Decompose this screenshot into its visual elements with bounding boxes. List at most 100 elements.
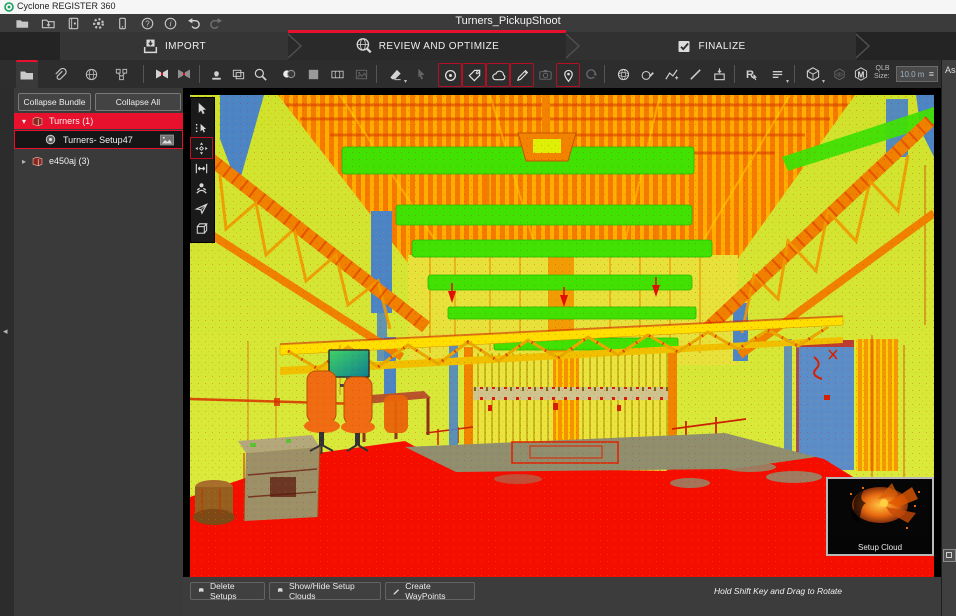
cloud-annotation-button[interactable]	[486, 63, 510, 87]
cube-modelspace-button[interactable]: M	[850, 63, 872, 85]
zoom-tool-button[interactable]	[249, 63, 271, 85]
orbit-pan-tool[interactable]	[190, 137, 213, 159]
paper-plane-icon	[194, 202, 208, 215]
viewport-tool-palette	[190, 97, 215, 243]
viewer-person-tool[interactable]	[191, 178, 212, 198]
tree-row-bundle-turners[interactable]: ▾ Turners (1)	[14, 113, 183, 129]
flag-icon	[198, 587, 204, 595]
colorize-button[interactable]	[278, 63, 300, 85]
tree-row-setup47[interactable]: Turners- Setup47	[14, 130, 183, 149]
setup-cloud-label: Setup Cloud	[857, 543, 903, 552]
camera-icon	[538, 69, 552, 80]
magnifier-icon	[254, 68, 267, 81]
bottom-action-bar: Delete Setups Show/Hide Setup Clouds Cre…	[183, 577, 941, 616]
grayscale-button[interactable]	[302, 63, 324, 85]
create-waypoints-button[interactable]: Create WayPoints	[385, 581, 475, 601]
project-folder-icon	[20, 71, 33, 80]
drop-box-button[interactable]	[708, 63, 730, 85]
cube-m-icon: M	[854, 67, 868, 81]
tab-project-explorer[interactable]	[16, 60, 38, 88]
location-pin-button[interactable]	[556, 63, 580, 87]
panorama-icon	[330, 70, 344, 78]
fence-select-tool[interactable]	[191, 118, 212, 138]
delete-setups-button[interactable]: Delete Setups	[190, 581, 265, 601]
eraser-icon	[389, 69, 401, 80]
collapse-panel-arrow[interactable]: ◂	[3, 326, 8, 337]
setup-cloud-thumbnail[interactable]: Setup Cloud	[826, 477, 934, 556]
open-folder-icon	[15, 19, 28, 28]
sphere-tool-button[interactable]	[612, 63, 634, 85]
tag-annotation-button[interactable]	[462, 63, 486, 87]
frames-icon	[232, 69, 244, 79]
collapse-bundle-button[interactable]: Collapse Bundle	[18, 93, 91, 111]
dropdown-caret-icon[interactable]: ▾	[404, 78, 407, 85]
stamp-tool-button[interactable]	[205, 63, 227, 85]
box-mode-tool[interactable]	[191, 218, 212, 238]
pick-cursor-button[interactable]	[410, 63, 432, 85]
slider-icon[interactable]: ≡	[929, 69, 934, 79]
app-window: Cyclone REGISTER 360 ? i Turners_PickupS…	[0, 0, 956, 616]
caret-right-icon[interactable]: ▸	[22, 157, 26, 166]
camera-annotation-button[interactable]	[534, 63, 556, 85]
caret-down-icon[interactable]: ▾	[22, 117, 26, 126]
dropdown-caret-icon[interactable]: ▾	[786, 78, 789, 85]
r-tool-button[interactable]: R	[740, 63, 762, 85]
split-view-a-button[interactable]	[151, 63, 173, 85]
split-view-a-icon	[156, 69, 168, 79]
tab-sites[interactable]	[110, 63, 132, 85]
show-hide-setup-clouds-button[interactable]: Show/Hide Setup Clouds	[269, 581, 381, 601]
fly-tool[interactable]	[191, 198, 212, 218]
target-icon	[444, 69, 456, 81]
assets-panel-collapsed[interactable]: Assets	[941, 60, 956, 616]
tab-web[interactable]	[80, 63, 102, 85]
image-view-button[interactable]	[350, 63, 372, 85]
line-tool-button[interactable]	[684, 63, 706, 85]
cube-views-button[interactable]: ▾	[802, 63, 825, 85]
measure-tool[interactable]	[191, 158, 212, 178]
cube-icon	[806, 67, 820, 81]
tree-row-bundle-e450aj[interactable]: ▸ e450aj (3)	[14, 153, 183, 169]
active-stage-indicator	[288, 30, 566, 33]
point-cloud-viewport[interactable]: Setup Cloud	[183, 88, 941, 577]
location-pin-icon	[563, 69, 573, 82]
left-collapse-strip: ◂	[0, 88, 15, 616]
sphere-annotate-button[interactable]	[636, 63, 658, 85]
toolbar-separator	[604, 65, 605, 83]
dropdown-caret-icon[interactable]: ▾	[822, 78, 825, 85]
select-arrow-tool[interactable]	[191, 98, 212, 118]
frames-tool-button[interactable]	[227, 63, 249, 85]
person-icon	[196, 182, 207, 194]
paperclip-icon	[54, 67, 67, 80]
save-folder-icon	[41, 19, 55, 28]
point-cloud-scene[interactable]	[190, 95, 934, 577]
sphere-pen-icon	[641, 70, 654, 80]
line-icon	[689, 68, 701, 80]
eraser-tool-button[interactable]: ▾	[384, 63, 407, 85]
collapse-all-button[interactable]: Collapse All	[95, 93, 181, 111]
cube-hide-button[interactable]	[828, 63, 850, 85]
save-project-button[interactable]	[38, 15, 58, 31]
fence-select-icon	[195, 123, 207, 132]
setup-target-icon	[45, 134, 56, 145]
delete-setups-label: Delete Setups	[209, 581, 237, 601]
flag-icon	[277, 587, 283, 595]
open-project-button[interactable]	[12, 15, 32, 31]
split-view-b-icon	[178, 69, 190, 79]
tree-label: Turners- Setup47	[63, 134, 133, 145]
polyline-add-button[interactable]	[660, 63, 682, 85]
pen-icon	[393, 588, 400, 595]
svg-text:M: M	[858, 71, 865, 80]
list-menu-button[interactable]: ▾	[766, 63, 789, 85]
curve-tool-button[interactable]	[580, 63, 602, 85]
setup-image-icon[interactable]	[160, 134, 174, 146]
qlb-size-input[interactable]: 10.0 m ≡	[896, 66, 938, 82]
panorama-button[interactable]	[326, 63, 348, 85]
toolbar-separator	[143, 65, 144, 83]
assets-expand-button[interactable]	[943, 549, 956, 562]
qlb-size-label: QLB Size:	[874, 65, 890, 80]
marker-pen-button[interactable]	[510, 63, 534, 87]
tree-label: Turners (1)	[49, 116, 94, 126]
split-view-b-button[interactable]	[173, 63, 195, 85]
target-annotation-button[interactable]	[438, 63, 462, 87]
tab-links[interactable]	[48, 63, 70, 85]
